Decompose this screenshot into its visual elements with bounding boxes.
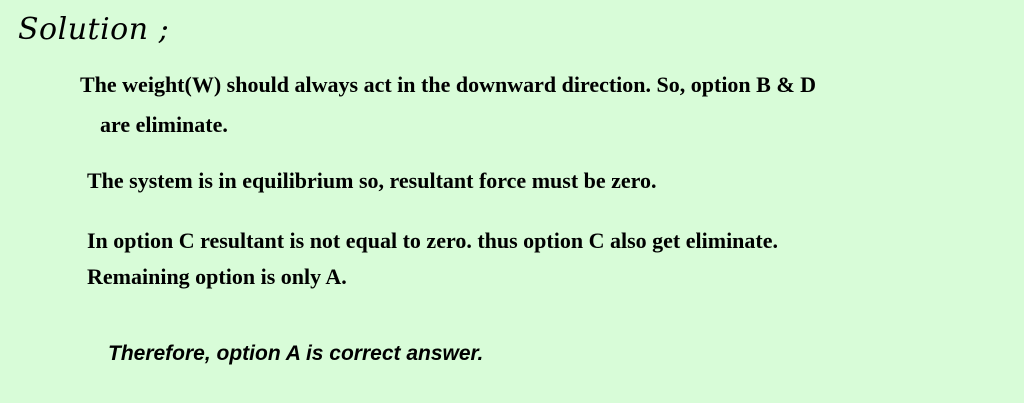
solution-page: { "heading": "Solution ;", "paragraphs":… [0, 0, 1024, 403]
solution-heading: Solution ; [18, 12, 170, 47]
paragraph-option-c: In option C resultant is not equal to ze… [87, 228, 779, 253]
conclusion-text: Therefore, option A is correct answer. [108, 342, 484, 365]
paragraph-weight-direction-continued: are eliminate. [100, 112, 228, 137]
paragraph-weight-direction: The weight(W) should always act in the d… [80, 72, 817, 97]
paragraph-remaining-option: Remaining option is only A. [87, 264, 347, 289]
paragraph-equilibrium: The system is in equilibrium so, resulta… [87, 168, 657, 193]
